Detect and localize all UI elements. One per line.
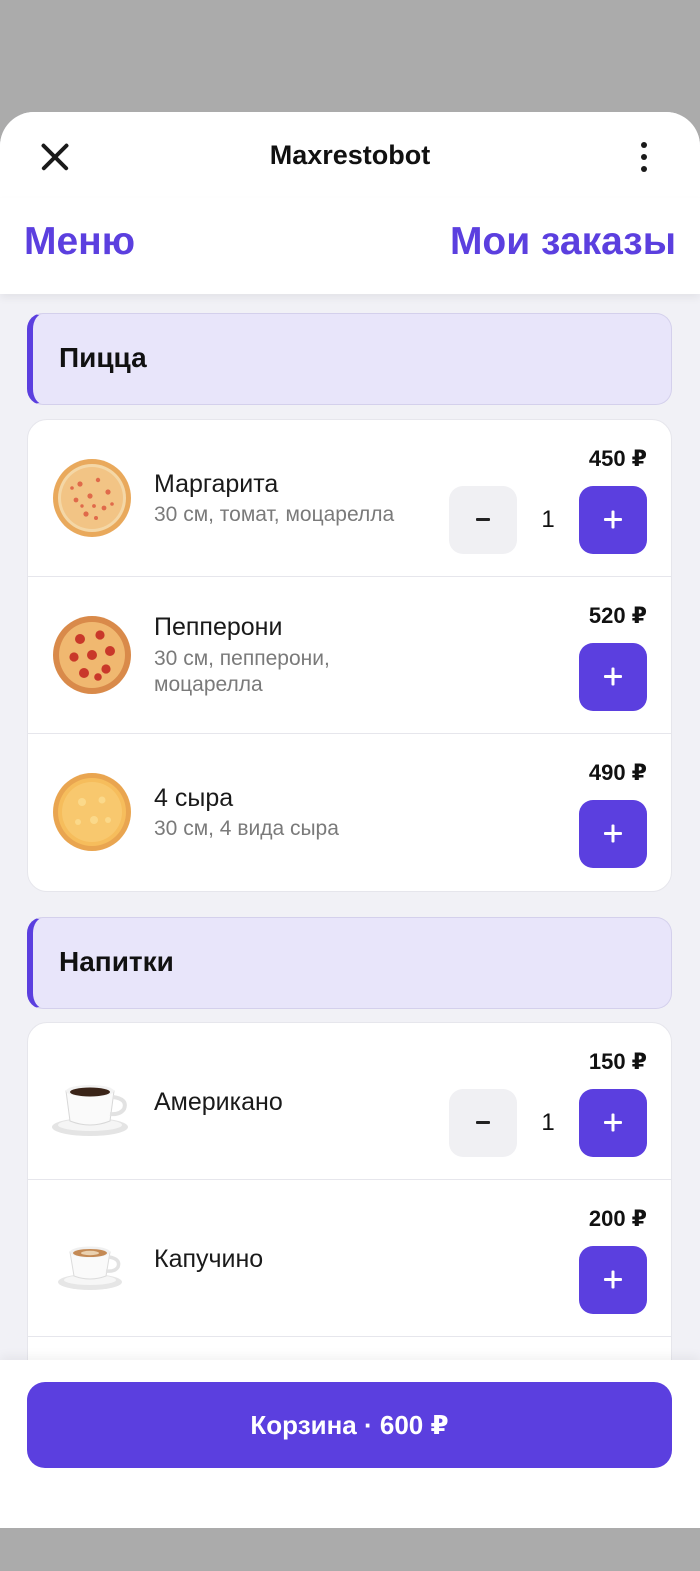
- item-quantity: 1: [541, 1109, 555, 1136]
- menu-item: Маргарита 30 см, томат, моцарелла 450 ₽ …: [28, 420, 671, 577]
- add-item-button[interactable]: [579, 1246, 647, 1314]
- item-price: 150 ₽: [588, 1049, 647, 1074]
- tab-menu[interactable]: Меню: [24, 220, 135, 264]
- menu-item: Капучино 200 ₽: [28, 1180, 671, 1337]
- pizza-margherita-image: [53, 459, 131, 537]
- menu-item: 4 сыра 30 см, 4 вида сыра 490 ₽: [28, 734, 671, 891]
- item-quantity: 1: [541, 506, 555, 533]
- item-price: 520 ₽: [588, 603, 647, 628]
- more-options-icon[interactable]: [630, 140, 658, 174]
- menu-item: Пепперони 30 см, пепперони, моцарелла 52…: [28, 577, 671, 734]
- item-description: 30 см, 4 вида сыра: [154, 817, 339, 840]
- decrease-quantity-button[interactable]: [449, 1089, 517, 1157]
- add-item-button[interactable]: [579, 643, 647, 711]
- pizza-pepperoni-image: [53, 616, 131, 694]
- section-header-drinks: Напитки: [27, 917, 672, 1009]
- tab-bar: Меню Мои заказы: [0, 198, 700, 294]
- menu-item: Американо 150 ₽ 1: [28, 1023, 671, 1180]
- increase-quantity-button[interactable]: [579, 1089, 647, 1157]
- item-description: 30 см, пепперони, моцарелла: [154, 647, 330, 696]
- top-bar: Maxrestobot: [0, 112, 700, 198]
- increase-quantity-button[interactable]: [579, 486, 647, 554]
- item-price: 200 ₽: [588, 1206, 647, 1231]
- bot-sheet: Maxrestobot Меню Мои заказы Пицца Маргар…: [0, 112, 700, 1528]
- section-header-pizza: Пицца: [27, 313, 672, 405]
- cart-button[interactable]: Корзина · 600 ₽: [27, 1382, 672, 1468]
- pizza-four-cheese-image: [53, 773, 131, 851]
- decrease-quantity-button[interactable]: [449, 486, 517, 554]
- tab-my-orders[interactable]: Мои заказы: [450, 220, 676, 264]
- item-name: 4 сыра: [154, 784, 234, 812]
- pizza-card: Маргарита 30 см, томат, моцарелла 450 ₽ …: [27, 419, 672, 892]
- bot-title: Maxrestobot: [269, 140, 431, 170]
- item-name: Пепперони: [154, 613, 283, 641]
- item-name: Маргарита: [154, 470, 279, 498]
- coffee-americano-image: [52, 1085, 128, 1136]
- item-description: 30 см, томат, моцарелла: [154, 503, 395, 526]
- item-name: Американо: [154, 1088, 283, 1116]
- section-title: Напитки: [59, 946, 174, 977]
- item-name: Капучино: [154, 1245, 264, 1273]
- item-price: 490 ₽: [588, 760, 647, 785]
- coffee-cappuccino-image: [58, 1246, 122, 1290]
- section-title: Пицца: [59, 342, 147, 373]
- item-price: 450 ₽: [588, 446, 647, 471]
- add-item-button[interactable]: [579, 800, 647, 868]
- cart-bar: Корзина · 600 ₽: [0, 1360, 700, 1528]
